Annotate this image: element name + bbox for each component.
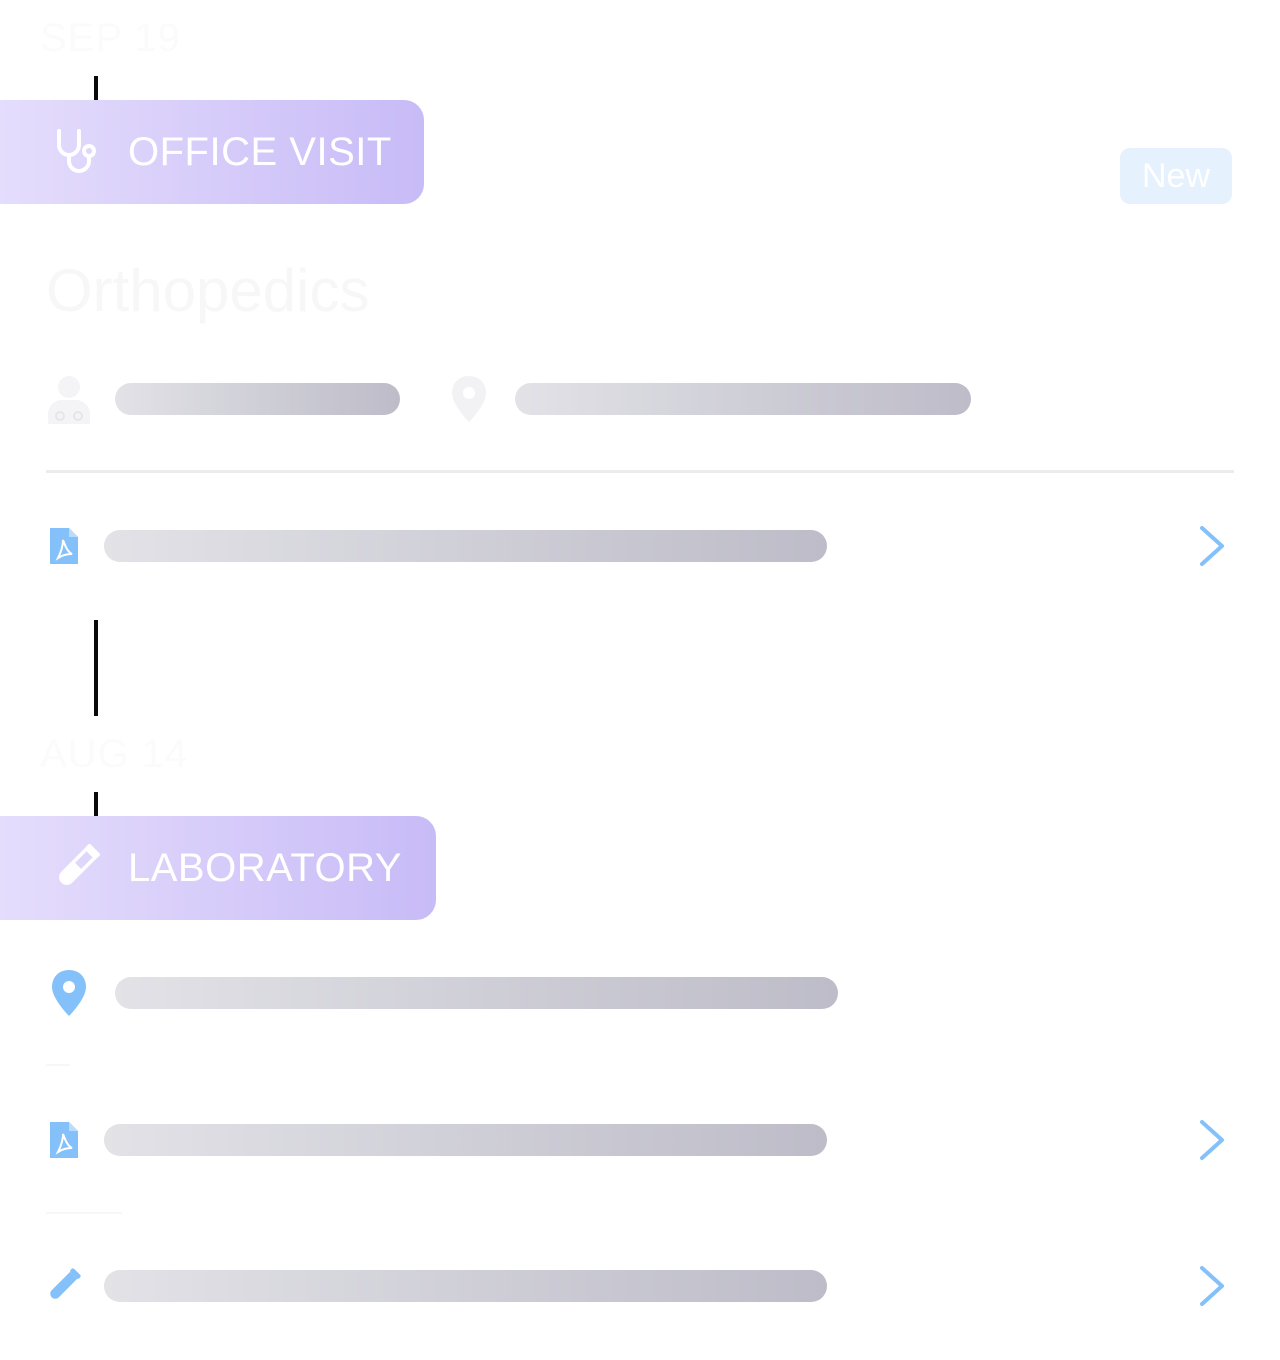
location-pin-icon: [450, 374, 488, 424]
laboratory-tag: LABORATORY: [0, 816, 436, 920]
chevron-right-icon[interactable]: [1192, 522, 1232, 570]
lab-result-title-skeleton: [104, 1270, 827, 1302]
divider: [46, 470, 1234, 473]
office-visit-label: OFFICE VISIT: [128, 129, 392, 174]
document-title-skeleton: [104, 1124, 827, 1156]
chevron-right-icon[interactable]: [1192, 1116, 1232, 1164]
pdf-file-icon: [50, 528, 78, 564]
entry-date: AUG 14: [40, 732, 189, 776]
specialty-title: Orthopedics: [46, 257, 370, 324]
lab-result-row[interactable]: [0, 1250, 1280, 1322]
stethoscope-icon: [50, 126, 102, 178]
office-visit-tag: OFFICE VISIT: [0, 100, 424, 204]
lab-location-skeleton: [115, 977, 838, 1009]
document-row[interactable]: [0, 1104, 1280, 1176]
location-pin-icon: [50, 968, 88, 1018]
test-tube-icon: [44, 1266, 82, 1306]
chevron-right-icon[interactable]: [1192, 1262, 1232, 1310]
document-title-skeleton: [104, 530, 827, 562]
new-badge: New: [1120, 148, 1232, 204]
entry-date: SEP 19: [40, 16, 181, 60]
test-tube-icon: [50, 842, 102, 894]
timeline-connector: [94, 76, 98, 100]
document-row[interactable]: [0, 510, 1280, 582]
laboratory-label: LABORATORY: [128, 845, 402, 890]
doctor-icon: [46, 374, 92, 424]
provider-name-skeleton: [115, 383, 400, 415]
divider: [46, 1064, 70, 1066]
location-skeleton: [515, 383, 971, 415]
pdf-file-icon: [50, 1122, 78, 1158]
timeline-connector: [94, 792, 98, 816]
divider: [46, 1212, 122, 1214]
timeline-connector: [94, 620, 98, 716]
